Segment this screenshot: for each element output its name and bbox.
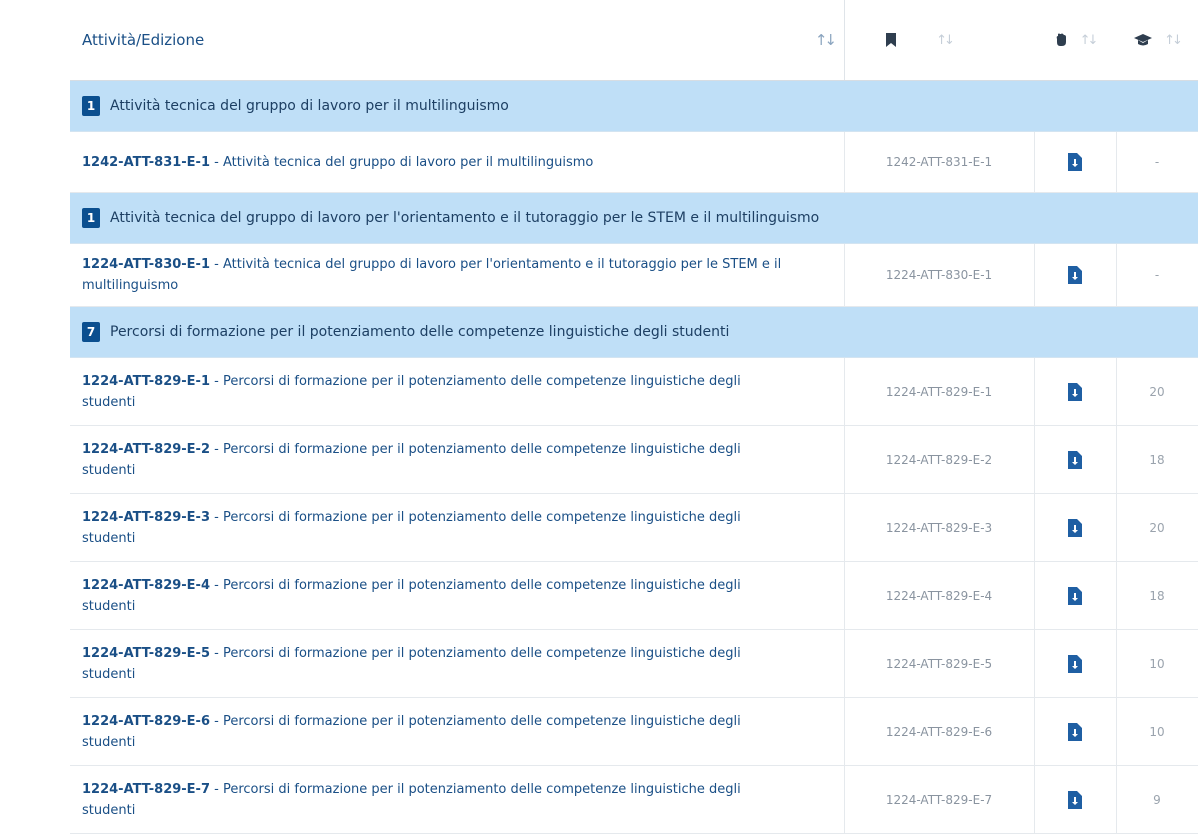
cell-students: - (1154, 268, 1160, 282)
table-row: 1224-ATT-829-E-6 - Percorsi di formazion… (70, 698, 1198, 766)
document-download-icon[interactable] (1068, 450, 1082, 469)
edition-link[interactable]: 1224-ATT-829-E-7 - Percorsi di formazion… (82, 779, 782, 821)
cell-activity: 1224-ATT-829-E-6 - Percorsi di formazion… (70, 698, 845, 765)
cell-code: 1242-ATT-831-E-1 (844, 132, 1035, 192)
cell-code: 1224-ATT-829-E-5 (844, 630, 1035, 697)
document-download-icon[interactable] (1068, 382, 1082, 401)
cell-activity: 1224-ATT-829-E-7 - Percorsi di formazion… (70, 766, 845, 833)
cell-document (1034, 426, 1117, 493)
edition-link[interactable]: 1242-ATT-831-E-1 - Attività tecnica del … (82, 152, 782, 173)
cell-activity: 1224-ATT-829-E-5 - Percorsi di formazion… (70, 630, 845, 697)
group-count-badge: 1 (82, 96, 100, 116)
document-download-icon[interactable] (1068, 586, 1082, 605)
cell-document (1034, 630, 1117, 697)
document-download-icon[interactable] (1068, 722, 1082, 741)
edition-code: 1224-ATT-829-E-4 (82, 577, 211, 593)
cell-code: 1224-ATT-829-E-7 (844, 766, 1035, 833)
sort-arrows-icon[interactable]: ↑↓ (1164, 33, 1183, 48)
edition-code: 1224-ATT-829-E-1 (82, 373, 211, 389)
edition-code: 1224-ATT-829-E-3 (82, 509, 211, 525)
table-row: 1242-ATT-831-E-1 - Attività tecnica del … (70, 132, 1198, 193)
edition-link[interactable]: 1224-ATT-829-E-6 - Percorsi di formazion… (82, 711, 782, 753)
group-title: Attività tecnica del gruppo di lavoro pe… (110, 98, 509, 114)
edition-code: 1224-ATT-829-E-2 (82, 441, 211, 457)
cell-students: 20 (1149, 384, 1165, 399)
column-header-activity[interactable]: Attività/Edizione ↑↓ (70, 0, 845, 80)
cell-document (1034, 244, 1117, 306)
cell-students: 9 (1153, 792, 1161, 807)
cell-document (1034, 132, 1117, 192)
cell-document (1034, 698, 1117, 765)
hand-icon (1056, 33, 1066, 46)
edition-code: 1224-ATT-829-E-6 (82, 713, 211, 729)
column-header-students[interactable]: ↑↓ (1116, 0, 1198, 80)
cell-document (1034, 358, 1117, 425)
document-download-icon[interactable] (1068, 266, 1082, 284)
cell-students: - (1154, 155, 1160, 169)
document-download-icon[interactable] (1068, 518, 1082, 537)
cell-document (1034, 494, 1117, 561)
group-title: Attività tecnica del gruppo di lavoro pe… (110, 210, 820, 226)
activity-table: Attività/Edizione ↑↓ ↑↓ ↑↓ ↑↓ 1 Attività… (0, 0, 1198, 834)
edition-link[interactable]: 1224-ATT-829-E-2 - Percorsi di formazion… (82, 439, 782, 481)
table-row: 1224-ATT-829-E-3 - Percorsi di formazion… (70, 494, 1198, 562)
cell-code: 1224-ATT-829-E-6 (844, 698, 1035, 765)
cell-students: 10 (1149, 656, 1165, 671)
sort-arrows-icon[interactable]: ↑↓ (1080, 33, 1099, 48)
column-header-document[interactable]: ↑↓ (1034, 0, 1116, 80)
cell-activity: 1224-ATT-829-E-3 - Percorsi di formazion… (70, 494, 845, 561)
cell-activity: 1224-ATT-829-E-4 - Percorsi di formazion… (70, 562, 845, 629)
table-row: 1224-ATT-829-E-5 - Percorsi di formazion… (70, 630, 1198, 698)
table-header: Attività/Edizione ↑↓ ↑↓ ↑↓ ↑↓ (70, 0, 1198, 81)
graduation-cap-icon (1134, 34, 1153, 46)
cell-students: 18 (1149, 588, 1165, 603)
cell-document (1034, 766, 1117, 833)
cell-document (1034, 562, 1117, 629)
cell-activity: 1224-ATT-829-E-1 - Percorsi di formazion… (70, 358, 845, 425)
edition-link[interactable]: 1224-ATT-829-E-1 - Percorsi di formazion… (82, 371, 782, 413)
cell-students: 10 (1149, 724, 1165, 739)
cell-students: 20 (1149, 520, 1165, 535)
edition-link[interactable]: 1224-ATT-829-E-4 - Percorsi di formazion… (82, 575, 782, 617)
edition-code: 1224-ATT-829-E-5 (82, 645, 211, 661)
column-header-activity-label: Attività/Edizione (82, 31, 205, 49)
cell-activity: 1224-ATT-829-E-2 - Percorsi di formazion… (70, 426, 845, 493)
left-gutter (0, 0, 70, 822)
bookmark-icon (886, 33, 897, 47)
table-row: 1224-ATT-829-E-2 - Percorsi di formazion… (70, 426, 1198, 494)
table-row: 1224-ATT-829-E-7 - Percorsi di formazion… (70, 766, 1198, 834)
group-row[interactable]: 1 Attività tecnica del gruppo di lavoro … (70, 81, 1198, 132)
sort-arrows-icon[interactable]: ↑↓ (815, 31, 837, 49)
cell-activity: 1224-ATT-830-E-1 - Attività tecnica del … (70, 244, 845, 306)
edition-code: 1224-ATT-829-E-7 (82, 781, 211, 797)
group-row[interactable]: 7 Percorsi di formazione per il potenzia… (70, 307, 1198, 358)
cell-code: 1224-ATT-829-E-4 (844, 562, 1035, 629)
table-row: 1224-ATT-829-E-1 - Percorsi di formazion… (70, 358, 1198, 426)
table-grid: Attività/Edizione ↑↓ ↑↓ ↑↓ ↑↓ 1 Attività… (70, 0, 1198, 834)
group-title: Percorsi di formazione per il potenziame… (110, 324, 730, 340)
edition-description: - Attività tecnica del gruppo di lavoro … (210, 154, 594, 170)
table-row: 1224-ATT-829-E-4 - Percorsi di formazion… (70, 562, 1198, 630)
cell-students: 18 (1149, 452, 1165, 467)
document-download-icon[interactable] (1068, 153, 1082, 171)
group-count-badge: 7 (82, 322, 100, 342)
table-row: 1224-ATT-830-E-1 - Attività tecnica del … (70, 244, 1198, 307)
document-download-icon[interactable] (1068, 790, 1082, 809)
sort-arrows-icon[interactable]: ↑↓ (936, 33, 955, 48)
column-header-code[interactable]: ↑↓ (844, 0, 1034, 80)
edition-code: 1224-ATT-830-E-1 (82, 257, 211, 272)
cell-code: 1224-ATT-829-E-1 (844, 358, 1035, 425)
edition-code: 1242-ATT-831-E-1 (82, 154, 211, 170)
edition-link[interactable]: 1224-ATT-829-E-3 - Percorsi di formazion… (82, 507, 782, 549)
group-count-badge: 1 (82, 208, 100, 228)
cell-code: 1224-ATT-830-E-1 (844, 244, 1035, 306)
edition-link[interactable]: 1224-ATT-830-E-1 - Attività tecnica del … (82, 254, 782, 296)
group-row[interactable]: 1 Attività tecnica del gruppo di lavoro … (70, 193, 1198, 244)
cell-code: 1224-ATT-829-E-2 (844, 426, 1035, 493)
cell-activity: 1242-ATT-831-E-1 - Attività tecnica del … (70, 132, 845, 192)
edition-link[interactable]: 1224-ATT-829-E-5 - Percorsi di formazion… (82, 643, 782, 685)
document-download-icon[interactable] (1068, 654, 1082, 673)
cell-code: 1224-ATT-829-E-3 (844, 494, 1035, 561)
